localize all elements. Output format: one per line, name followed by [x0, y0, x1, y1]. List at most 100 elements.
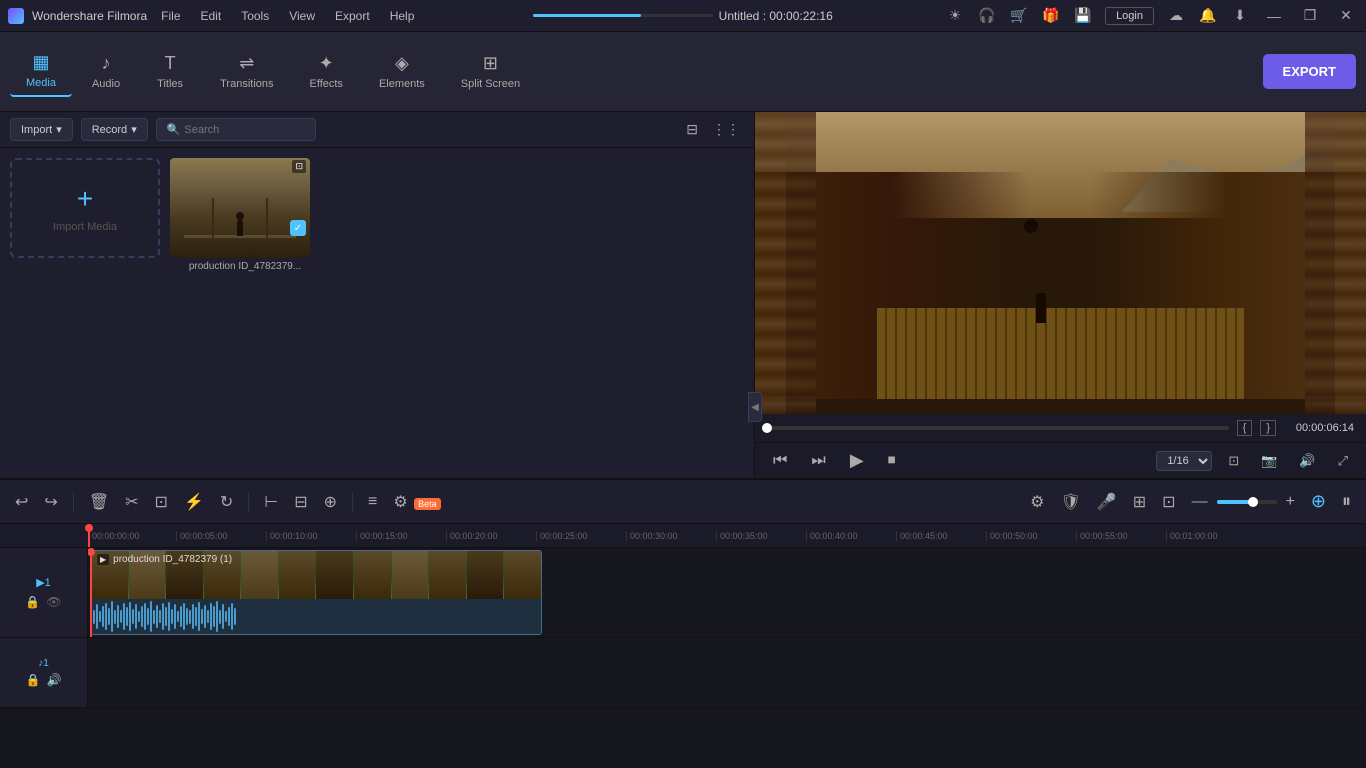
ruler-mark-7: 00:00:35:00	[716, 531, 806, 541]
search-input[interactable]	[184, 124, 304, 136]
menu-file[interactable]: File	[155, 7, 186, 25]
audio-track-number: ♪1	[38, 658, 49, 669]
filter-icon[interactable]: ⊟	[682, 119, 702, 140]
screenshot-button[interactable]: 📷	[1255, 450, 1283, 472]
step-back-button[interactable]: ⏭	[805, 449, 831, 473]
cut-button[interactable]: ✂	[120, 489, 143, 515]
audio-lock-button[interactable]: 🔒	[26, 673, 41, 687]
save-icon[interactable]: 💾	[1073, 6, 1093, 26]
bookmark-button[interactable]: ⊕	[319, 489, 342, 515]
project-title: Untitled : 00:00:22:16	[719, 9, 833, 23]
media-thumbnail[interactable]: ⊡ ✓ production ID_4782379...	[170, 158, 320, 275]
import-media-button[interactable]: + Import Media	[10, 158, 160, 258]
export-button[interactable]: EXPORT	[1263, 54, 1356, 89]
left-bracket-button[interactable]: {	[1237, 420, 1253, 436]
tab-audio[interactable]: ♪ Audio	[76, 47, 136, 96]
cart-icon[interactable]: 🛒	[1009, 6, 1029, 26]
tab-titles[interactable]: T Titles	[140, 47, 200, 96]
fit-button[interactable]: ⤢	[1332, 450, 1354, 472]
import-dropdown[interactable]: Import ▾	[10, 118, 73, 141]
menu-help[interactable]: Help	[384, 7, 421, 25]
ruler-mark-5: 00:00:25:00	[536, 531, 626, 541]
video-clip[interactable]: ▶ production ID_4782379 (1)	[90, 550, 542, 635]
split-button[interactable]: ⊢	[259, 489, 283, 515]
download-icon[interactable]: ⬇	[1230, 6, 1250, 26]
cloud-icon[interactable]: ☁	[1166, 6, 1186, 26]
clip-play-icon: ▶	[97, 554, 109, 565]
tab-elements-label: Elements	[379, 78, 425, 90]
tab-media[interactable]: ▦ Media	[10, 46, 72, 97]
timeline-tracks: ▶1 🔒 👁 ▶ production ID_4782379 (1)	[0, 548, 1366, 768]
subtitle-icon[interactable]: ⊡	[1157, 489, 1180, 515]
video-eye-button[interactable]: 👁	[46, 595, 61, 609]
video-lock-button[interactable]: 🔒	[25, 595, 40, 609]
ai-edit-button[interactable]: ⚙ Beta	[388, 489, 445, 515]
audio-track-row: ♪1 🔒 🔊	[0, 638, 1366, 708]
timeline-scrubber[interactable]	[767, 426, 1229, 430]
app-name: Wondershare Filmora	[32, 9, 147, 23]
tab-effects[interactable]: ✦ Effects	[294, 47, 359, 96]
media-grid: + Import Media ⊡ ✓ production ID_478	[0, 148, 754, 478]
prev-frame-button[interactable]: ⏮	[767, 449, 793, 473]
ruler-mark-12: 00:01:00:00	[1166, 531, 1256, 541]
record-dropdown[interactable]: Record ▾	[81, 118, 148, 141]
timeline-toolbar: ↩ ↪ 🗑 ✂ ⊡ ⚡ ↻ ⊢ ⊟ ⊕ ≡ ⚙ Beta ⚙ 🛡 🎤 ⊞ ⊡ —	[0, 480, 1366, 524]
zoom-in-button[interactable]: +	[1281, 490, 1300, 514]
audio-volume-button[interactable]: 🔊	[47, 673, 62, 687]
pause-record-button[interactable]: ⏸	[1337, 488, 1356, 515]
media-thumb-name: production ID_4782379...	[170, 258, 320, 275]
speed-button[interactable]: ⚡	[179, 489, 209, 515]
speed-select[interactable]: 1/16	[1156, 451, 1212, 471]
tab-splitscreen[interactable]: ⊞ Split Screen	[445, 47, 536, 96]
restore-button[interactable]: ❐	[1298, 4, 1322, 28]
fullscreen-button[interactable]: ⊡	[1222, 450, 1245, 472]
add-track-button[interactable]: ⊕	[1306, 488, 1331, 515]
volume-button[interactable]: 🔊	[1293, 450, 1321, 472]
record-label: Record	[92, 124, 127, 136]
tab-transitions[interactable]: ⇌ Transitions	[204, 47, 289, 96]
undo-button[interactable]: ↩	[10, 489, 33, 515]
zoom-slider[interactable]	[1217, 500, 1277, 504]
mic-icon[interactable]: 🎤	[1092, 489, 1122, 515]
headphone-icon[interactable]: 🎧	[977, 6, 997, 26]
minimize-button[interactable]: —	[1262, 4, 1286, 28]
gift-icon[interactable]: 🎁	[1041, 6, 1061, 26]
preview-video	[755, 112, 1366, 414]
right-bracket-button[interactable]: }	[1260, 420, 1276, 436]
tab-elements[interactable]: ◈ Elements	[363, 47, 441, 96]
align-button[interactable]: ≡	[363, 490, 382, 514]
adjust-icon[interactable]: ⊞	[1128, 489, 1151, 515]
panel-collapse-button[interactable]: ◀	[748, 392, 762, 422]
app-logo	[8, 8, 24, 24]
brightness-icon[interactable]: ☀	[945, 6, 965, 26]
settings-icon[interactable]: ⚙	[1025, 489, 1049, 515]
import-label: Import	[21, 124, 52, 136]
zoom-control: — +	[1187, 490, 1300, 514]
menu-view[interactable]: View	[283, 7, 321, 25]
grid-view-icon[interactable]: ⋮⋮	[708, 119, 744, 140]
ruler-mark-11: 00:00:55:00	[1076, 531, 1166, 541]
video-track-controls: ▶1	[36, 576, 51, 589]
tab-transitions-label: Transitions	[220, 78, 273, 90]
main-toolbar: ▦ Media ♪ Audio T Titles ⇌ Transitions ✦…	[0, 32, 1366, 112]
rotate-button[interactable]: ↻	[215, 489, 238, 515]
shield-icon[interactable]: 🛡	[1056, 489, 1086, 515]
menu-tools[interactable]: Tools	[235, 7, 275, 25]
ruler-mark-8: 00:00:40:00	[806, 531, 896, 541]
menu-edit[interactable]: Edit	[195, 7, 228, 25]
redo-button[interactable]: ↪	[39, 489, 62, 515]
delete-button[interactable]: 🗑	[84, 489, 114, 515]
menu-export[interactable]: Export	[329, 7, 376, 25]
notification-icon[interactable]: 🔔	[1198, 6, 1218, 26]
close-button[interactable]: ✕	[1334, 4, 1358, 28]
login-button[interactable]: Login	[1105, 7, 1154, 25]
play-button[interactable]: ▶	[844, 447, 870, 474]
titlebar-center: Untitled : 00:00:22:16	[533, 9, 833, 23]
tab-splitscreen-label: Split Screen	[461, 78, 520, 90]
zoom-out-button[interactable]: —	[1187, 490, 1213, 514]
resize-button[interactable]: ⊟	[289, 489, 312, 515]
stop-button[interactable]: ⏹	[882, 449, 902, 473]
crop-button[interactable]: ⊡	[150, 489, 173, 515]
clip-name: production ID_4782379 (1)	[113, 554, 232, 565]
separator3	[352, 492, 353, 512]
